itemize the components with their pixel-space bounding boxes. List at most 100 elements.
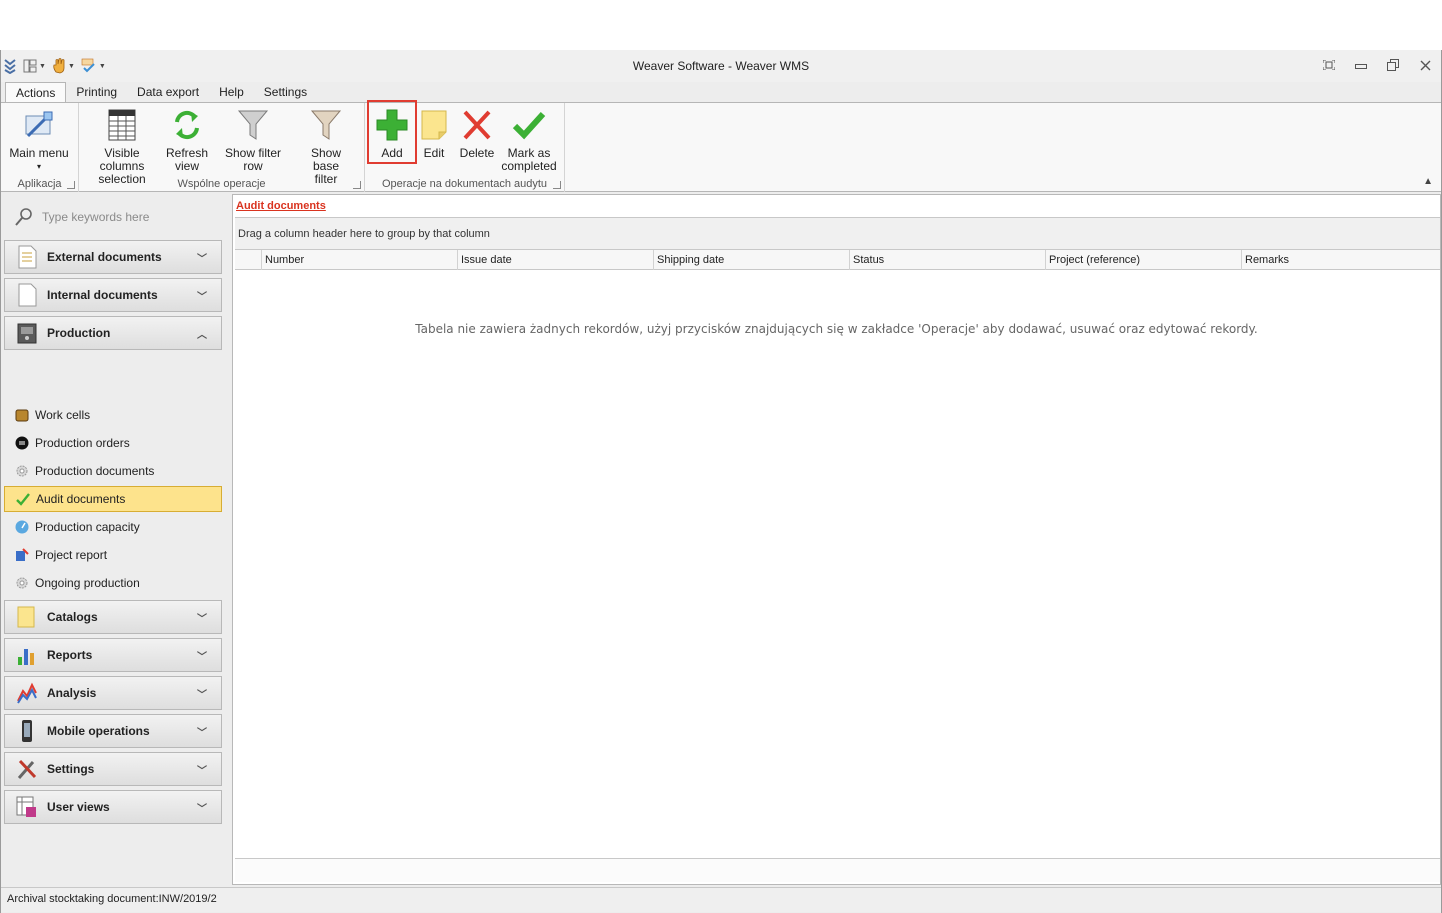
- nav-item-project-report[interactable]: Project report: [4, 542, 222, 568]
- search-box[interactable]: Type keywords here: [4, 196, 222, 238]
- dialog-launcher-icon[interactable]: [67, 181, 75, 189]
- nav-item-audit-documents[interactable]: Audit documents: [4, 486, 222, 512]
- minimize-icon: [1355, 64, 1367, 69]
- nav-group-label: External documents: [47, 250, 162, 264]
- filter-icon: [235, 107, 271, 143]
- nav-group-production[interactable]: Production ︿: [4, 316, 222, 350]
- nav-group-label: Production: [47, 326, 111, 340]
- nav-group-reports[interactable]: Reports ﹀: [4, 638, 222, 672]
- ribbon-group-aplikacja: Main menu ▾ Aplikacja: [1, 103, 79, 192]
- nav-item-work-cells[interactable]: Work cells: [4, 402, 222, 428]
- nav-group-mobile-operations[interactable]: Mobile operations ﹀: [4, 714, 222, 748]
- chevron-down-icon: ﹀: [197, 614, 207, 625]
- nav-group-internal-documents[interactable]: Internal documents ﹀: [4, 278, 222, 312]
- show-base-filter-label-line1: Show base: [310, 146, 342, 173]
- refresh-view-label-line2: view: [174, 159, 199, 173]
- collapse-ribbon-chevron-up-icon[interactable]: ▲: [1423, 176, 1433, 187]
- ribbon-group-wspolne-operacje: Visible columns selection Refresh view S…: [79, 103, 365, 192]
- tab-help[interactable]: Help: [209, 82, 254, 103]
- main-menu-icon: [21, 107, 57, 143]
- dialog-launcher-icon[interactable]: [553, 181, 561, 189]
- chevron-up-icon: ︿: [197, 330, 207, 341]
- nav-item-label: Production capacity: [35, 520, 140, 534]
- nav-group-external-documents[interactable]: External documents ﹀: [4, 240, 222, 274]
- column-header-project-reference[interactable]: Project (reference): [1046, 250, 1242, 270]
- delete-label: Delete: [459, 146, 495, 160]
- dialog-launcher-icon[interactable]: [353, 181, 361, 189]
- column-header-status[interactable]: Status: [850, 250, 1046, 270]
- mark-as-completed-label-line2: completed: [501, 159, 557, 173]
- chevron-down-icon: ﹀: [197, 690, 207, 701]
- mark-as-completed-button[interactable]: Mark as completed: [501, 107, 557, 173]
- nav-group-label: Mobile operations: [47, 724, 150, 738]
- title-bar: ▼ ▼ ▼ Weaver Software - Weaver WMS: [1, 50, 1441, 82]
- chevron-down-icon: ﹀: [197, 804, 207, 815]
- window-title: Weaver Software - Weaver WMS: [632, 59, 810, 73]
- refresh-view-button[interactable]: Refresh view: [165, 107, 209, 173]
- column-header-remarks[interactable]: Remarks: [1242, 250, 1440, 270]
- ribbon-group-label: Wspólne operacje: [177, 178, 266, 190]
- folder-icon: [15, 605, 39, 629]
- main-menu-button[interactable]: Main menu ▾: [9, 107, 69, 173]
- nav-item-label: Audit documents: [36, 492, 126, 506]
- chevron-down-icon: ﹀: [197, 766, 207, 777]
- tab-actions[interactable]: Actions: [5, 82, 67, 103]
- ribbon: Main menu ▾ Aplikacja Visible columns se…: [1, 100, 1441, 192]
- breadcrumb[interactable]: Audit documents: [236, 200, 326, 212]
- add-button[interactable]: Add: [367, 100, 417, 164]
- nav-item-label: Production documents: [35, 464, 155, 478]
- tab-data-export[interactable]: Data export: [127, 82, 209, 103]
- delete-button[interactable]: Delete: [457, 107, 497, 160]
- tab-printing[interactable]: Printing: [66, 82, 127, 103]
- fullscreen-button[interactable]: [1319, 56, 1339, 74]
- nav-item-production-documents[interactable]: Production documents: [4, 458, 222, 484]
- nav-item-label: Work cells: [35, 408, 91, 422]
- document-icon: [15, 245, 39, 269]
- nav-group-user-views[interactable]: User views ﹀: [4, 790, 222, 824]
- nav-group-label: Reports: [47, 648, 93, 662]
- close-icon: [1420, 60, 1430, 70]
- search-input[interactable]: Type keywords here: [42, 210, 149, 224]
- blank-document-icon: [15, 283, 39, 307]
- show-filter-row-button[interactable]: Show filter row: [215, 107, 291, 173]
- empty-grid-message: Tabela nie zawiera żadnych rekordów, uży…: [415, 322, 1258, 336]
- restore-icon: [1387, 59, 1399, 71]
- show-filter-row-label: Show filter row: [224, 146, 282, 173]
- base-filter-icon: [308, 107, 344, 143]
- nav-item-ongoing-production[interactable]: Ongoing production: [4, 570, 222, 596]
- fullscreen-icon: [1323, 60, 1335, 70]
- row-indicator-header: [235, 250, 262, 270]
- gauge-icon: [14, 519, 30, 535]
- application-window: ▼ ▼ ▼ Weaver Software - Weaver WMS Actio…: [0, 50, 1442, 913]
- nav-group-analysis[interactable]: Analysis ﹀: [4, 676, 222, 710]
- nav-item-production-orders[interactable]: Production orders: [4, 430, 222, 456]
- tab-settings[interactable]: Settings: [254, 82, 317, 103]
- restore-button[interactable]: [1383, 56, 1403, 74]
- column-header-issue-date[interactable]: Issue date: [458, 250, 654, 270]
- search-icon: [15, 208, 32, 226]
- nav-group-catalogs[interactable]: Catalogs ﹀: [4, 600, 222, 634]
- status-bar: Archival stocktaking document:INW/2019/2: [1, 887, 1441, 912]
- visible-columns-label-line1: Visible columns: [99, 146, 145, 173]
- production-orders-icon: [14, 435, 30, 451]
- tools-icon: [15, 757, 39, 781]
- column-header-shipping-date[interactable]: Shipping date: [654, 250, 850, 270]
- minimize-button[interactable]: [1351, 56, 1371, 74]
- bar-chart-icon: [15, 643, 39, 667]
- edit-button[interactable]: Edit: [417, 107, 451, 160]
- column-header-number[interactable]: Number: [262, 250, 458, 270]
- checkmark-icon: [15, 491, 31, 507]
- add-label: Add: [381, 146, 403, 160]
- grid-header: Number Issue date Shipping date Status P…: [235, 249, 1440, 270]
- checkmark-icon: [511, 107, 547, 143]
- nav-group-label: Settings: [47, 762, 95, 776]
- nav-item-production-capacity[interactable]: Production capacity: [4, 514, 222, 540]
- visible-columns-button[interactable]: Visible columns selection: [85, 107, 159, 186]
- gear-icon: [14, 463, 30, 479]
- nav-item-label: Production orders: [35, 436, 130, 450]
- group-by-panel[interactable]: Drag a column header here to group by th…: [235, 217, 1440, 249]
- close-button[interactable]: [1415, 56, 1435, 74]
- nav-group-settings[interactable]: Settings ﹀: [4, 752, 222, 786]
- gear-icon: [14, 575, 30, 591]
- show-base-filter-button[interactable]: Show base filter: [297, 107, 355, 186]
